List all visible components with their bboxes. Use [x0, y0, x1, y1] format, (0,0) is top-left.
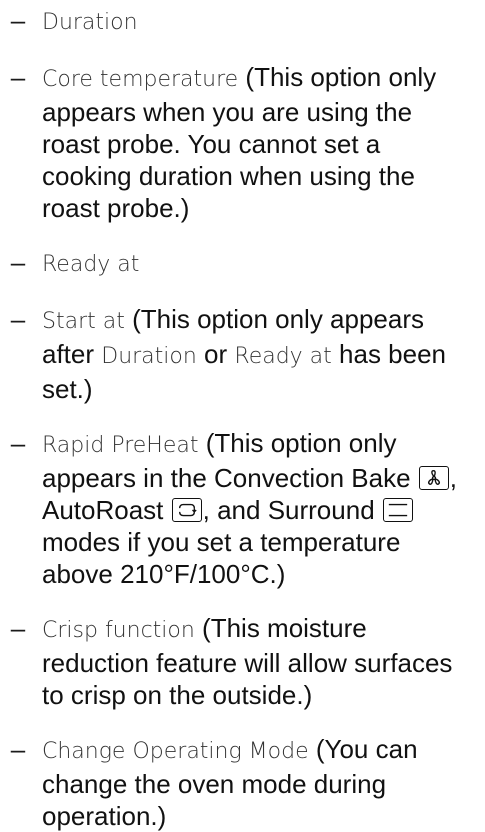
- option-reference: Duration: [101, 344, 197, 369]
- option-note: or: [196, 339, 235, 369]
- option-note: modes if you set a temperature above 210…: [42, 527, 401, 589]
- bullet-dash: –: [10, 247, 26, 277]
- list-item-duration: – Duration: [0, 4, 485, 39]
- option-reference: Ready at: [234, 344, 332, 369]
- bullet-dash: –: [10, 304, 26, 334]
- list-item-change-operating-mode: – Change Operating Mode (You can change …: [0, 733, 485, 832]
- option-label: Start at: [42, 309, 125, 334]
- option-label: Core temperature: [42, 67, 239, 92]
- option-label: Change Operating Mode: [42, 739, 309, 764]
- list-item-rapid-preheat: – Rapid PreHeat (This option only appear…: [0, 427, 485, 590]
- option-label: Crisp function: [42, 618, 195, 643]
- list-item-start-at: – Start at (This option only appears aft…: [0, 303, 485, 405]
- autoroast-icon: [171, 498, 202, 522]
- option-label: Rapid PreHeat: [42, 433, 199, 458]
- option-note: , and Surround: [202, 495, 382, 525]
- bullet-dash: –: [10, 428, 26, 458]
- option-label: Duration: [42, 10, 138, 35]
- convection-fan-icon: [418, 466, 449, 490]
- bullet-dash: –: [10, 613, 26, 643]
- bullet-dash: –: [10, 62, 26, 92]
- surround-heat-icon: [382, 498, 413, 522]
- option-list: – Duration – Core temperature (This opti…: [0, 0, 485, 832]
- option-label: Ready at: [42, 252, 140, 277]
- list-item-ready-at: – Ready at: [0, 246, 485, 281]
- bullet-dash: –: [10, 5, 26, 35]
- bullet-dash: –: [10, 734, 26, 764]
- list-item-crisp-function: – Crisp function (This moisture reductio…: [0, 612, 485, 711]
- list-item-core-temperature: – Core temperature (This option only app…: [0, 61, 485, 224]
